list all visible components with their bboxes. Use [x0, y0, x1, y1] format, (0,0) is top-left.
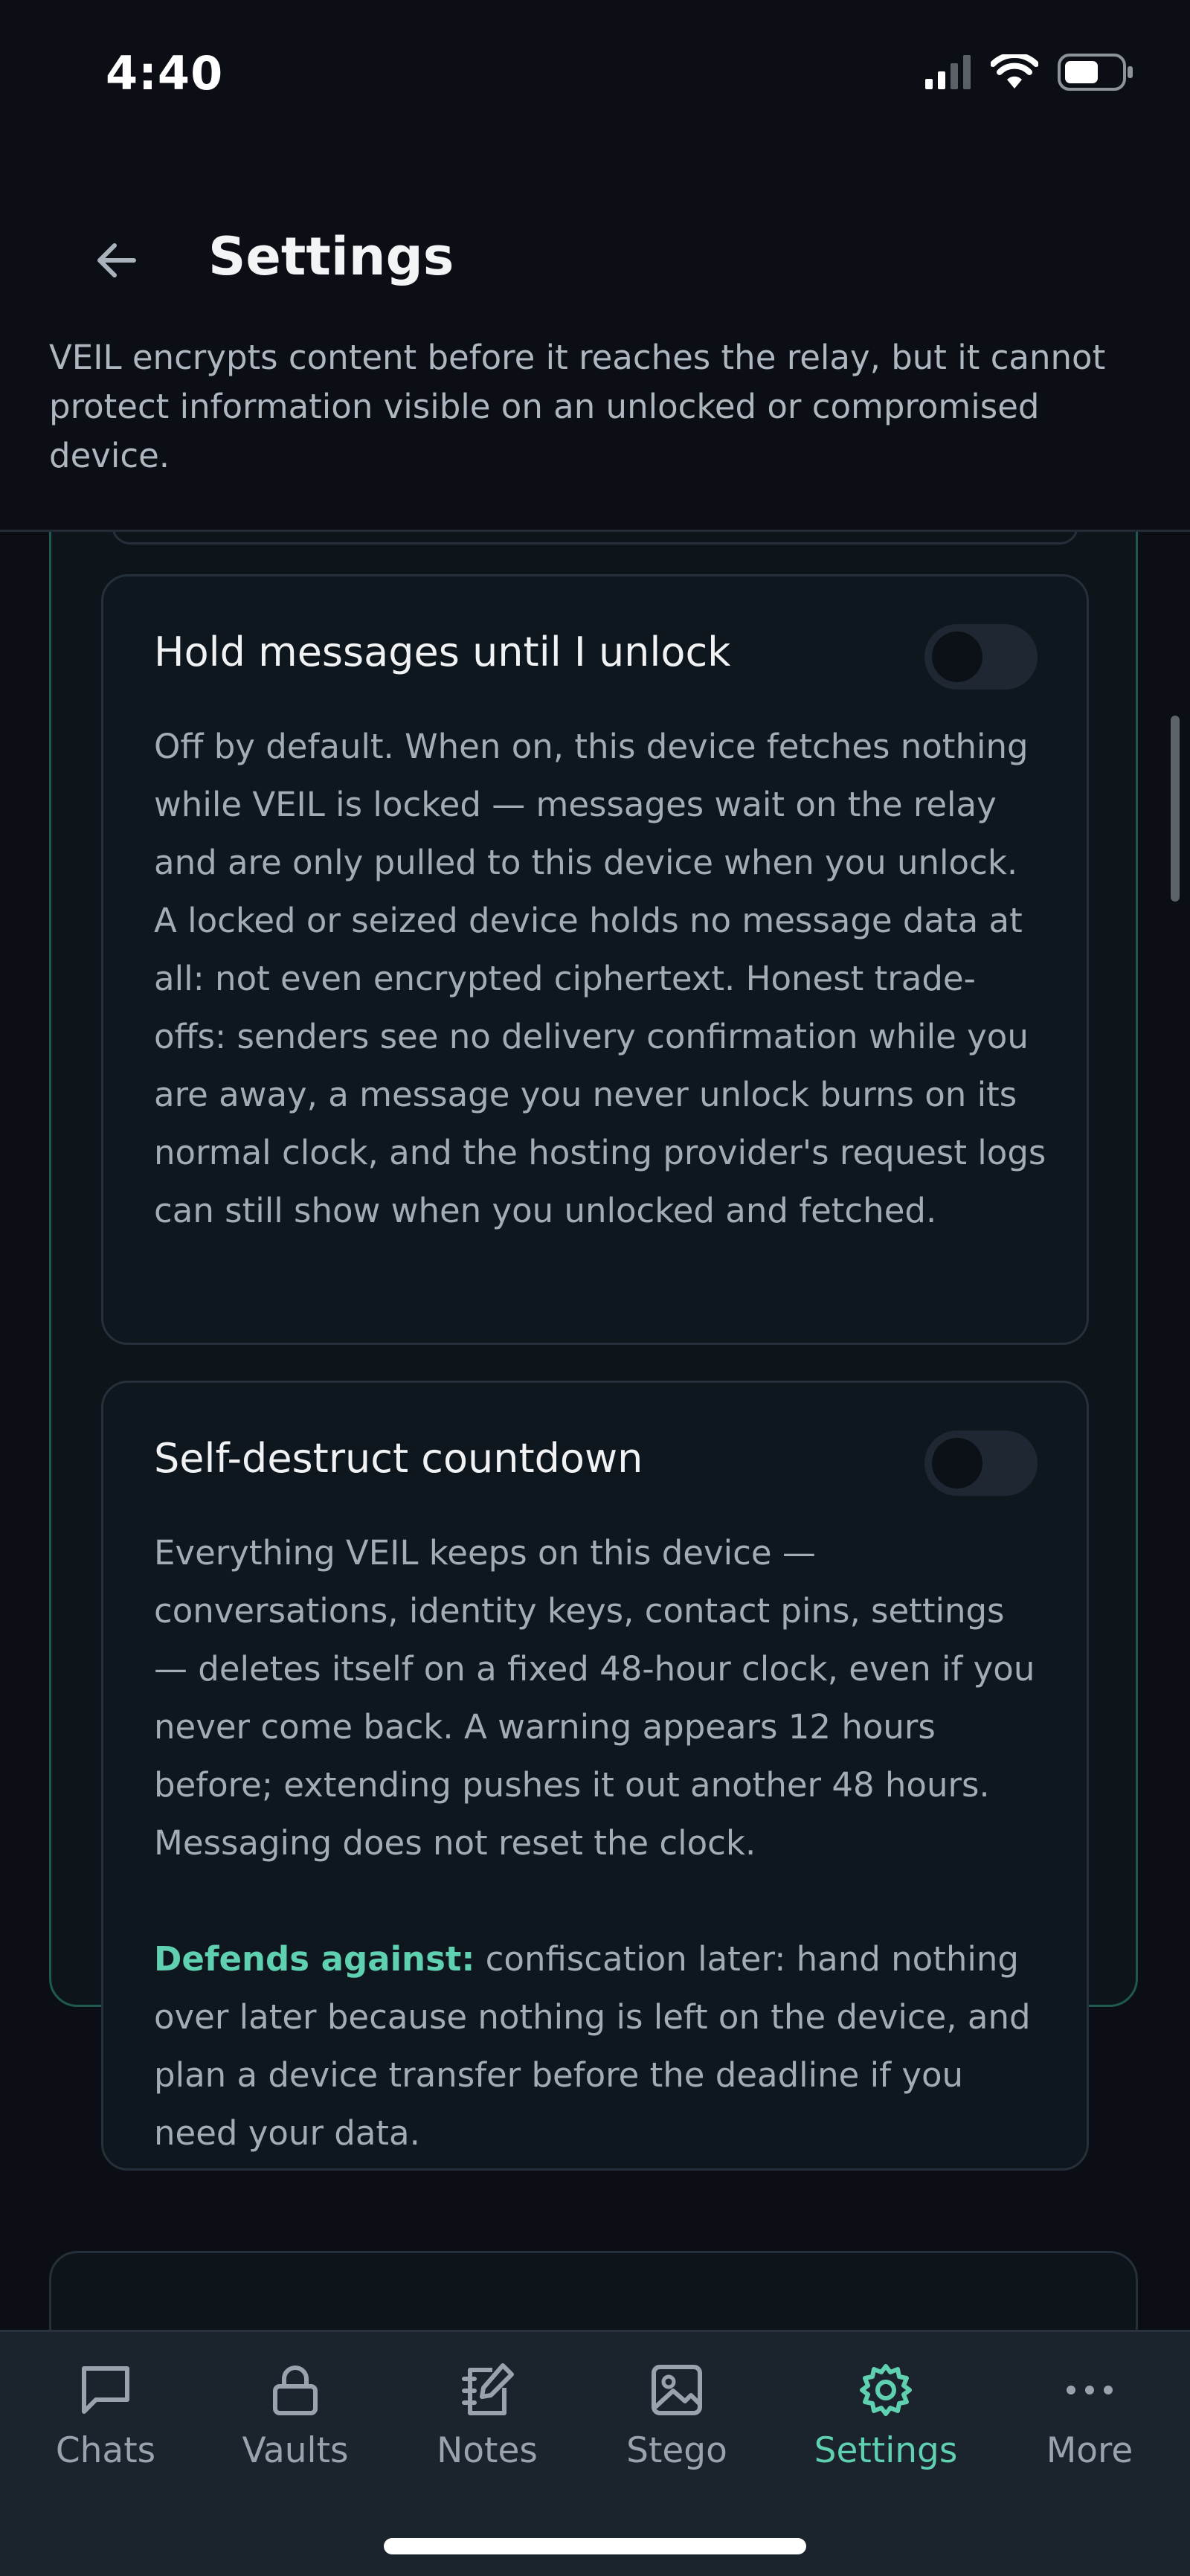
status-icons	[925, 52, 1135, 94]
next-section-card	[49, 2251, 1138, 2330]
chat-bubble-icon	[74, 2359, 137, 2421]
option-card-self-destruct: Self-destruct countdown Everything VEIL …	[101, 1381, 1089, 2171]
arrow-left-icon	[92, 237, 140, 287]
status-bar: 4:40	[0, 0, 1190, 149]
tab-label: Chats	[55, 2430, 156, 2471]
status-time: 4:40	[106, 46, 224, 100]
toggle-knob	[932, 632, 982, 682]
defends-against-text: Defends against: confiscation later: han…	[154, 1930, 1046, 2162]
battery-icon	[1058, 54, 1135, 94]
self-destruct-toggle[interactable]	[924, 1430, 1038, 1496]
lock-icon	[264, 2359, 327, 2421]
page-title: Settings	[208, 226, 454, 287]
previous-option-card	[112, 530, 1078, 545]
tab-label: Stego	[626, 2430, 727, 2471]
header-description: VEIL encrypts content before it reaches …	[49, 338, 1106, 475]
tab-chats[interactable]: Chats	[13, 2359, 199, 2471]
tab-label: Settings	[814, 2430, 958, 2471]
settings-header: Settings VEIL encrypts content before it…	[0, 149, 1190, 532]
image-icon	[646, 2359, 708, 2421]
tab-label: Notes	[437, 2430, 538, 2471]
tab-more[interactable]: More	[997, 2359, 1183, 2471]
toggle-knob	[932, 1438, 982, 1488]
option-card-hold-messages: Hold messages until I unlock Off by defa…	[101, 574, 1089, 1345]
gear-icon	[855, 2359, 917, 2421]
settings-content[interactable]: Hold messages until I unlock Off by defa…	[0, 530, 1190, 2330]
tab-settings[interactable]: Settings	[793, 2359, 979, 2471]
option-description: Everything VEIL keeps on this device — c…	[154, 1533, 1035, 1863]
cellular-signal-icon	[925, 55, 971, 92]
tab-vaults[interactable]: Vaults	[202, 2359, 388, 2471]
tab-stego[interactable]: Stego	[584, 2359, 770, 2471]
tab-label: Vaults	[242, 2430, 349, 2471]
tab-notes[interactable]: Notes	[394, 2359, 580, 2471]
option-description: Off by default. When on, this device fet…	[154, 727, 1046, 1230]
option-title: Hold messages until I unlock	[154, 629, 731, 675]
wifi-icon	[990, 52, 1039, 93]
back-button[interactable]	[86, 232, 146, 292]
more-dots-icon	[1058, 2359, 1121, 2421]
hold-messages-toggle[interactable]	[924, 624, 1038, 690]
note-edit-icon	[456, 2359, 518, 2421]
option-title: Self-destruct countdown	[154, 1435, 643, 1482]
defends-against-label: Defends against:	[154, 1939, 475, 1979]
home-indicator[interactable]	[384, 2538, 806, 2554]
tab-label: More	[1046, 2430, 1133, 2471]
scrollbar[interactable]	[1171, 716, 1180, 902]
